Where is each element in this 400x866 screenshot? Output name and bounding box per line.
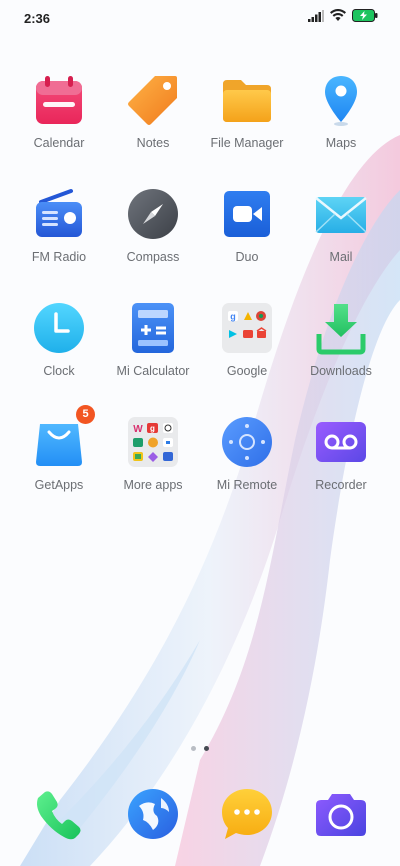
dock-phone[interactable] xyxy=(31,786,87,842)
recorder-icon xyxy=(313,414,369,470)
app-label: Notes xyxy=(136,136,170,150)
radio-icon xyxy=(31,186,87,242)
shopping-bag-icon: 5 xyxy=(31,405,95,470)
app-label: Maps xyxy=(325,136,357,150)
app-label: FM Radio xyxy=(31,250,87,264)
app-recorder[interactable]: Recorder xyxy=(291,410,391,514)
svg-text:W: W xyxy=(133,424,143,435)
app-duo[interactable]: Duo xyxy=(197,182,297,286)
app-mi-remote[interactable]: Mi Remote xyxy=(197,410,297,514)
app-label: Calendar xyxy=(33,136,85,150)
svg-text:g: g xyxy=(150,424,155,433)
map-pin-icon xyxy=(313,72,369,128)
page-dot-active[interactable] xyxy=(204,746,209,751)
dock-camera[interactable] xyxy=(313,786,369,842)
app-mail[interactable]: Mail xyxy=(291,182,391,286)
clock-icon xyxy=(31,300,87,356)
envelope-icon xyxy=(313,186,369,242)
svg-text:g: g xyxy=(230,312,236,322)
compass-icon xyxy=(125,186,181,242)
folder-icon xyxy=(219,72,275,128)
app-label: Recorder xyxy=(315,478,367,492)
app-more-apps-folder[interactable]: W g More apps xyxy=(103,410,203,514)
remote-icon xyxy=(219,414,275,470)
dock-browser[interactable] xyxy=(125,786,181,842)
app-notes[interactable]: Notes xyxy=(103,68,203,172)
app-clock[interactable]: Clock xyxy=(9,296,109,400)
calendar-icon xyxy=(31,72,87,128)
app-label: Google xyxy=(226,364,268,378)
page-indicator xyxy=(0,746,400,754)
phone-icon xyxy=(31,786,87,842)
app-label: Downloads xyxy=(310,364,372,378)
signal-icon xyxy=(308,9,324,27)
dock-messaging[interactable] xyxy=(219,786,275,842)
app-label: More apps xyxy=(123,478,183,492)
app-label: GetApps xyxy=(34,478,84,492)
status-time: 2:36 xyxy=(24,11,51,26)
app-compass[interactable]: Compass xyxy=(103,182,203,286)
notification-badge: 5 xyxy=(76,405,95,424)
camera-icon xyxy=(313,786,369,842)
video-camera-icon xyxy=(219,186,275,242)
notes-icon xyxy=(125,72,181,128)
apps-folder-icon: W g xyxy=(125,414,181,470)
app-fm-radio[interactable]: FM Radio xyxy=(9,182,109,286)
status-icons xyxy=(308,8,378,27)
app-label: Mail xyxy=(329,250,353,264)
app-label: Clock xyxy=(43,364,75,378)
app-label: Compass xyxy=(126,250,180,264)
app-label: Duo xyxy=(235,250,259,264)
app-file-manager[interactable]: File Manager xyxy=(197,68,297,172)
app-label: Mi Remote xyxy=(216,478,278,492)
wifi-icon xyxy=(330,8,346,27)
page-dot[interactable] xyxy=(191,746,196,751)
app-mi-calculator[interactable]: Mi Calculator xyxy=(103,296,203,400)
status-bar: 2:36 xyxy=(0,0,400,36)
app-getapps[interactable]: 5 GetApps xyxy=(9,405,109,514)
calculator-icon xyxy=(125,300,181,356)
battery-charging-icon xyxy=(352,9,378,27)
app-maps[interactable]: Maps xyxy=(291,68,391,172)
app-calendar[interactable]: Calendar xyxy=(9,68,109,172)
dock xyxy=(0,786,400,842)
google-folder-icon: g xyxy=(219,300,275,356)
browser-icon xyxy=(125,786,181,842)
download-icon xyxy=(313,300,369,356)
app-google-folder[interactable]: g Google xyxy=(197,296,297,400)
messaging-icon xyxy=(219,786,275,842)
app-label: File Manager xyxy=(210,136,284,150)
app-label: Mi Calculator xyxy=(116,364,190,378)
app-downloads[interactable]: Downloads xyxy=(291,296,391,400)
